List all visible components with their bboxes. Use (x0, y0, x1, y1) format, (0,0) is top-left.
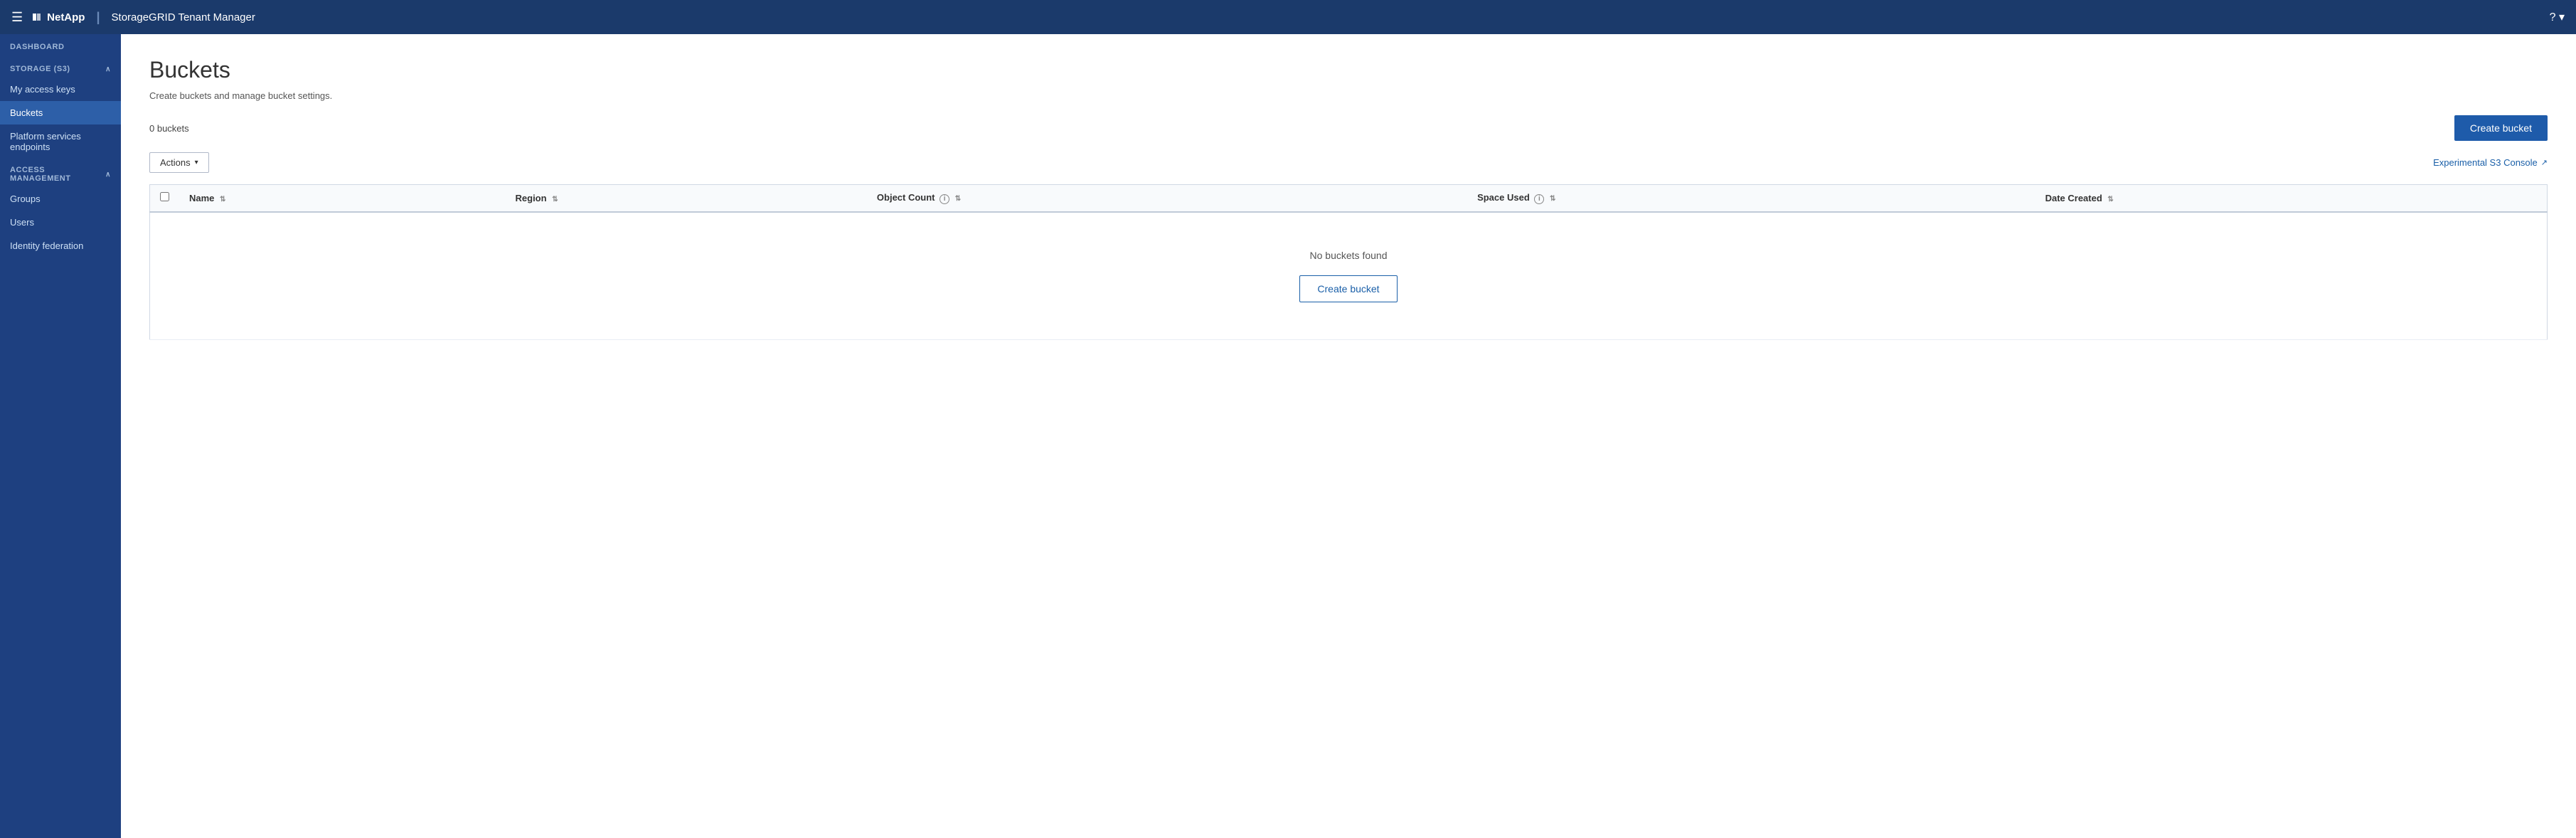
sidebar-item-platform-services-endpoints[interactable]: Platform services endpoints (0, 124, 121, 159)
sort-name-icon[interactable]: ⇅ (220, 196, 225, 203)
bucket-count-row: 0 buckets Create bucket (149, 115, 2548, 141)
space-used-info-icon[interactable]: i (1534, 194, 1544, 204)
empty-state: No buckets found Create bucket (160, 221, 2537, 331)
bucket-table: Name ⇅ Region ⇅ Object Count i ⇅ Space U… (149, 184, 2548, 340)
page-title: Buckets (149, 57, 2548, 83)
select-all-checkbox-col (150, 185, 180, 212)
table-header: Name ⇅ Region ⇅ Object Count i ⇅ Space U… (150, 185, 2548, 212)
sort-region-icon[interactable]: ⇅ (552, 196, 558, 203)
top-nav-left: ☰ NetApp | StorageGRID Tenant Manager (11, 10, 255, 25)
select-all-checkbox[interactable] (160, 192, 169, 201)
toolbar-row: Actions ▾ Experimental S3 Console ↗ (149, 152, 2548, 173)
sidebar-item-identity-federation[interactable]: Identity federation (0, 234, 121, 258)
empty-state-text: No buckets found (160, 250, 2537, 261)
sidebar-item-dashboard[interactable]: DASHBOARD (0, 34, 121, 58)
empty-state-row: No buckets found Create bucket (150, 212, 2548, 340)
access-chevron-icon: ∧ (105, 171, 111, 179)
sidebar-item-users[interactable]: Users (0, 211, 121, 234)
main-layout: DASHBOARD STORAGE (S3) ∧ My access keys … (0, 34, 2576, 838)
page-subtitle: Create buckets and manage bucket setting… (149, 90, 2548, 101)
help-icon[interactable]: ? ▾ (2550, 10, 2565, 24)
content-area: Buckets Create buckets and manage bucket… (121, 34, 2576, 838)
col-date-created: Date Created ⇅ (2035, 185, 2548, 212)
nav-divider: | (96, 10, 100, 25)
col-region: Region ⇅ (506, 185, 867, 212)
sidebar-section-storage: STORAGE (S3) ∧ (0, 58, 121, 78)
col-object-count: Object Count i ⇅ (867, 185, 1467, 212)
top-nav: ☰ NetApp | StorageGRID Tenant Manager ? … (0, 0, 2576, 34)
sidebar-item-my-access-keys[interactable]: My access keys (0, 78, 121, 101)
sidebar-item-groups[interactable]: Groups (0, 187, 121, 211)
hamburger-menu-icon[interactable]: ☰ (11, 10, 23, 25)
sidebar-section-access: ACCESS MANAGEMENT ∧ (0, 159, 121, 187)
top-nav-right: ? ▾ (2550, 10, 2565, 24)
external-link-icon: ↗ (2541, 158, 2548, 167)
create-bucket-empty-button[interactable]: Create bucket (1299, 275, 1397, 302)
sidebar-item-buckets[interactable]: Buckets (0, 101, 121, 124)
actions-button[interactable]: Actions ▾ (149, 152, 209, 173)
col-name: Name ⇅ (179, 185, 506, 212)
sort-space-used-icon[interactable]: ⇅ (1550, 195, 1555, 203)
col-space-used: Space Used i ⇅ (1467, 185, 2035, 212)
bucket-count: 0 buckets (149, 123, 189, 134)
actions-chevron-icon: ▾ (195, 159, 198, 166)
object-count-info-icon[interactable]: i (940, 194, 949, 204)
create-bucket-header-button[interactable]: Create bucket (2454, 115, 2548, 141)
brand: NetApp | StorageGRID Tenant Manager (31, 10, 255, 25)
sort-date-created-icon[interactable]: ⇅ (2107, 196, 2113, 203)
sidebar: DASHBOARD STORAGE (S3) ∧ My access keys … (0, 34, 121, 838)
brand-name: NetApp (47, 11, 85, 23)
storage-chevron-icon: ∧ (105, 65, 111, 73)
table-body: No buckets found Create bucket (150, 212, 2548, 340)
s3-console-link[interactable]: Experimental S3 Console ↗ (2433, 157, 2548, 168)
app-title: StorageGRID Tenant Manager (112, 11, 255, 23)
brand-logo: NetApp (31, 11, 85, 23)
sort-object-count-icon[interactable]: ⇅ (955, 195, 961, 203)
netapp-logo-icon (31, 11, 44, 23)
